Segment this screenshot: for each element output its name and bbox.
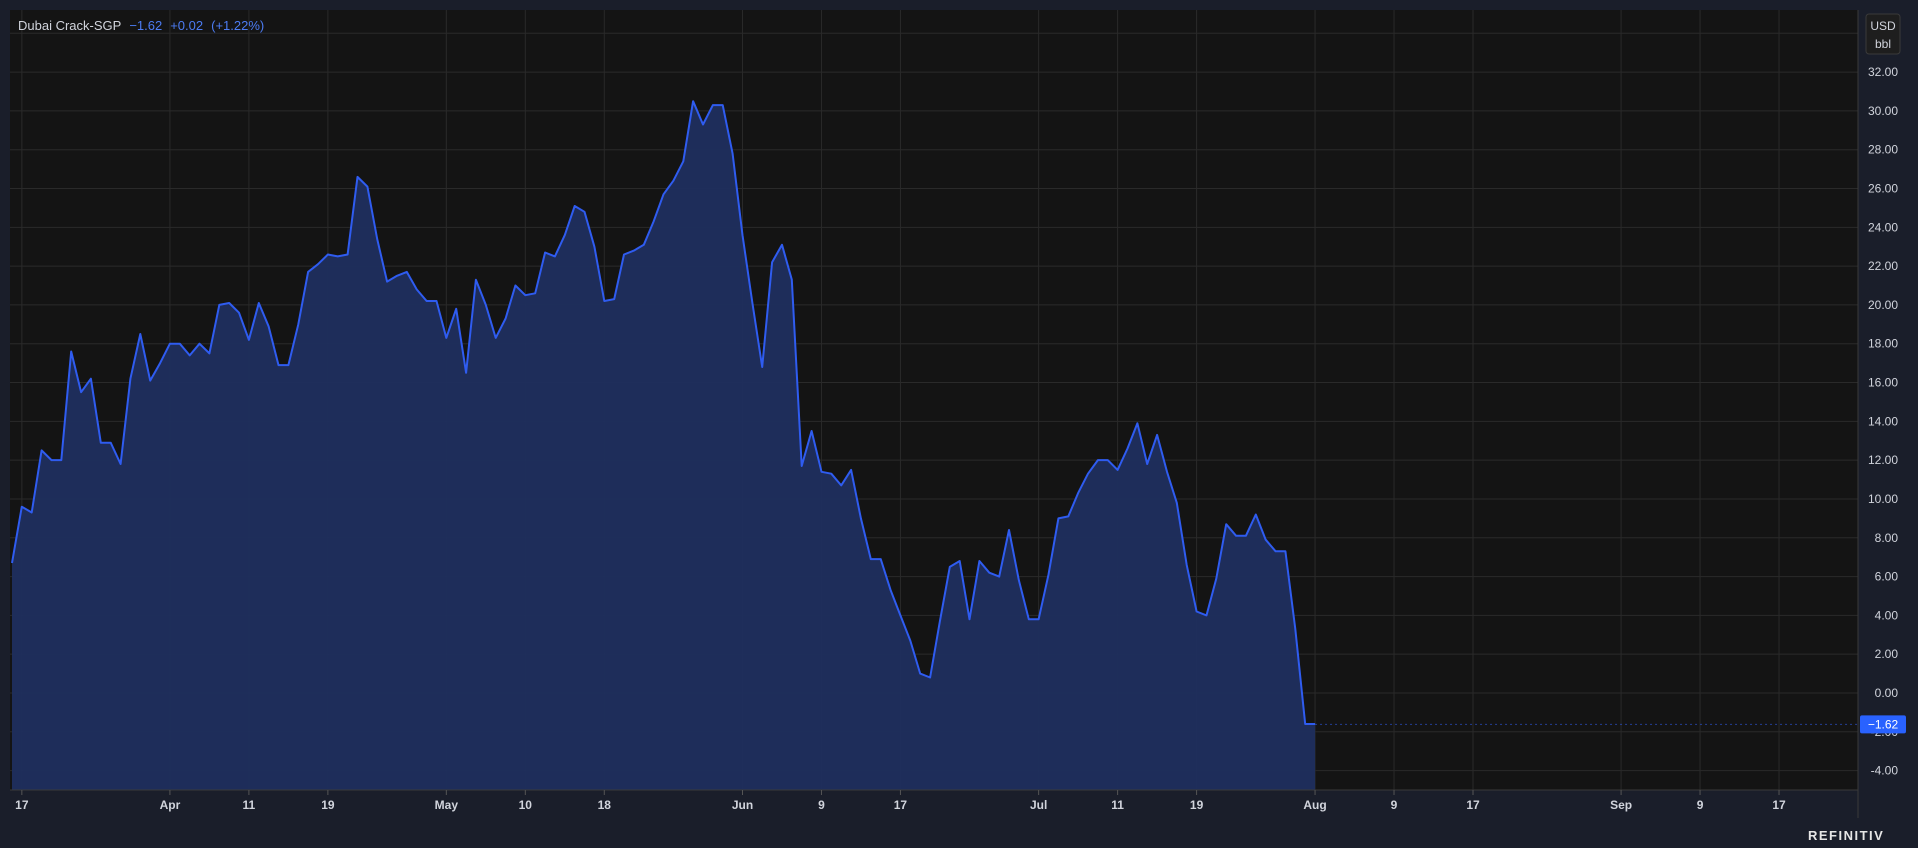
y-tick-label-9: 16.00 — [1868, 376, 1898, 390]
y-tick-label-11: 12.00 — [1868, 453, 1898, 467]
y-tick-label-13: 8.00 — [1875, 531, 1899, 545]
x-tick-label-7: Jun — [732, 798, 753, 812]
price-change: +0.02 — [170, 18, 204, 33]
x-tick-label-14: 9 — [1391, 798, 1398, 812]
unit-label[interactable]: USD bbl — [1865, 13, 1901, 55]
y-tick-label-8: 18.00 — [1868, 337, 1898, 351]
y-tick-label-12: 10.00 — [1868, 492, 1898, 506]
y-tick-label-6: 22.00 — [1868, 259, 1898, 273]
y-tick-label-10: 14.00 — [1868, 414, 1898, 428]
x-tick-label-17: 9 — [1697, 798, 1704, 812]
y-tick-label-1: 32.00 — [1868, 65, 1898, 79]
instrument-name: Dubai Crack-SGP — [18, 18, 122, 33]
x-tick-label-11: 11 — [1111, 798, 1124, 812]
x-tick-label-1: Apr — [160, 798, 181, 812]
x-tick-label-6: 18 — [598, 798, 612, 812]
unit-top: USD — [1870, 19, 1896, 33]
x-tick-label-5: 10 — [519, 798, 533, 812]
x-tick-label-3: 19 — [321, 798, 335, 812]
y-tick-label-4: 26.00 — [1868, 182, 1898, 196]
brand-logo: REFINITIV — [1808, 828, 1885, 843]
x-tick-label-13: Aug — [1303, 798, 1326, 812]
y-tick-label-15: 4.00 — [1875, 608, 1899, 622]
chart-window: 34.0032.0030.0028.0026.0024.0022.0020.00… — [0, 0, 1918, 848]
x-tick-label-9: 17 — [894, 798, 908, 812]
y-tick-label-7: 20.00 — [1868, 298, 1898, 312]
unit-bottom: bbl — [1875, 37, 1891, 51]
x-tick-label-8: 9 — [818, 798, 825, 812]
x-tick-label-0: 17 — [15, 798, 29, 812]
last-price: −1.62 — [129, 18, 163, 33]
x-tick-label-15: 17 — [1466, 798, 1480, 812]
y-tick-label-5: 24.00 — [1868, 220, 1898, 234]
x-tick-label-18: 17 — [1772, 798, 1786, 812]
y-tick-label-2: 30.00 — [1868, 104, 1898, 118]
y-tick-label-3: 28.00 — [1868, 143, 1898, 157]
y-tick-label-17: 0.00 — [1875, 686, 1899, 700]
price-chart[interactable]: 34.0032.0030.0028.0026.0024.0022.0020.00… — [0, 0, 1918, 848]
x-tick-label-10: Jul — [1030, 798, 1047, 812]
last-price-badge-label: −1.62 — [1868, 717, 1899, 731]
y-tick-label-16: 2.00 — [1875, 647, 1899, 661]
x-tick-label-16: Sep — [1610, 798, 1632, 812]
x-tick-label-12: 19 — [1190, 798, 1204, 812]
x-tick-label-4: May — [435, 798, 459, 812]
price-change-percent: (+1.22%) — [211, 18, 265, 33]
y-tick-label-14: 6.00 — [1875, 570, 1899, 584]
series-legend[interactable]: Dubai Crack-SGP −1.62 +0.02 (+1.22%) — [18, 18, 264, 33]
x-tick-label-2: 11 — [243, 798, 256, 812]
y-tick-label-19: -4.00 — [1871, 764, 1899, 778]
